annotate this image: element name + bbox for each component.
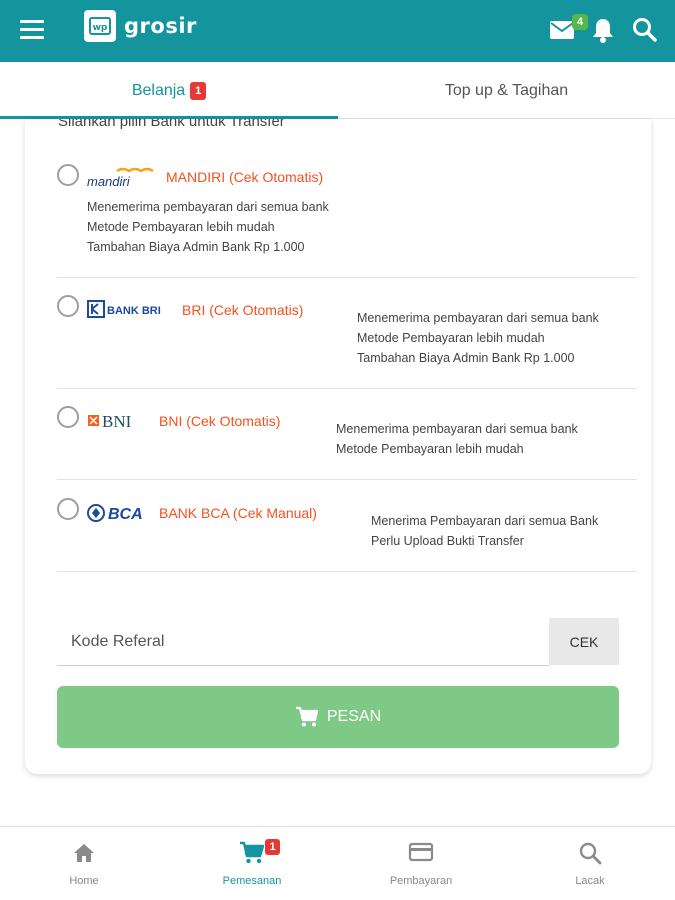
top-app-bar: wp grosir 4 — [0, 0, 675, 62]
cart-icon: 1 — [239, 839, 280, 867]
logo-text: grosir — [124, 14, 197, 38]
logo-mark: wp — [84, 10, 116, 42]
nav-pembayaran[interactable]: Pembayaran — [337, 827, 505, 900]
search-icon — [578, 841, 602, 867]
tab-topup-tagihan[interactable]: Top up & Tagihan — [338, 62, 675, 119]
nav-pemesanan[interactable]: 1 Pemesanan — [168, 827, 336, 900]
bank-option-mandiri[interactable]: mandiri MANDIRI (Cek Otomatis) Menemerim… — [57, 159, 637, 278]
desc-line: Perlu Upload Bukti Transfer — [371, 534, 524, 548]
radio-bni[interactable] — [57, 406, 79, 428]
referral-code-input[interactable] — [57, 618, 549, 666]
app-logo[interactable]: wp grosir — [84, 10, 197, 42]
bank-desc-bri: Menemerima pembayaran dari semua bank Me… — [357, 308, 599, 368]
cart-count-badge: 1 — [265, 839, 280, 855]
cart-icon — [295, 706, 318, 727]
nav-home[interactable]: Home — [0, 827, 168, 900]
nav-pemesanan-label: Pemesanan — [222, 875, 282, 887]
radio-bca[interactable] — [57, 498, 79, 520]
desc-line: Menemerima pembayaran dari semua bank — [336, 422, 578, 436]
svg-text:BANK BRI: BANK BRI — [107, 305, 161, 317]
desc-line: Metode Pembayaran lebih mudah — [336, 442, 524, 456]
bank-desc-bni: Menemerima pembayaran dari semua bank Me… — [336, 419, 578, 459]
bank-name-bca: BANK BCA (Cek Manual) — [159, 505, 317, 521]
bottom-navigation: Home 1 Pemesanan Pembayaran Lacak — [0, 826, 675, 900]
tab-topup-label: Top up & Tagihan — [444, 81, 569, 99]
svg-text:wp: wp — [93, 23, 108, 33]
mail-count-badge: 4 — [572, 14, 588, 30]
payment-card: Silahkan pilih Bank untuk Transfer mandi… — [25, 119, 651, 774]
desc-line: Tambahan Biaya Admin Bank Rp 1.000 — [87, 240, 305, 254]
desc-line: Metode Pembayaran lebih mudah — [357, 331, 545, 345]
bri-logo: BANK BRI — [87, 300, 171, 325]
bank-option-bni[interactable]: BNI BNI (Cek Otomatis) Menemerima pembay… — [57, 389, 637, 480]
nav-lacak-label: Lacak — [575, 875, 605, 887]
mandiri-logo: mandiri — [87, 167, 155, 194]
nav-pembayaran-label: Pembayaran — [389, 875, 453, 887]
tab-bar: Belanja 1 Top up & Tagihan — [0, 62, 675, 119]
order-button-label: PESAN — [326, 708, 382, 725]
svg-text:BCA: BCA — [108, 506, 143, 523]
check-referral-button[interactable]: CEK — [549, 618, 619, 665]
bank-name-bri: BRI (Cek Otomatis) — [182, 302, 304, 318]
menu-icon[interactable] — [20, 20, 44, 40]
radio-mandiri[interactable] — [57, 164, 79, 186]
desc-line: Menemerima pembayaran dari semua bank — [87, 200, 329, 214]
bank-option-bri[interactable]: BANK BRI BRI (Cek Otomatis) Menemerima p… — [57, 278, 637, 389]
svg-text:mandiri: mandiri — [87, 174, 131, 189]
desc-line: Menemerima pembayaran dari semua bank — [357, 311, 599, 325]
bank-name-bni: BNI (Cek Otomatis) — [159, 413, 281, 429]
nav-lacak[interactable]: Lacak — [506, 827, 674, 900]
desc-line: Menerima Pembayaran dari semua Bank — [371, 514, 599, 528]
radio-bri[interactable] — [57, 295, 79, 317]
home-icon — [72, 841, 96, 867]
bell-icon[interactable] — [592, 17, 614, 48]
bca-logo: BCA — [87, 502, 149, 529]
order-button[interactable]: PESAN — [57, 686, 619, 748]
tab-belanja-label: Belanja — [131, 81, 186, 99]
search-icon[interactable] — [632, 17, 658, 48]
bank-name-mandiri: MANDIRI (Cek Otomatis) — [166, 169, 324, 185]
svg-text:BNI: BNI — [102, 412, 132, 431]
bank-select-heading: Silahkan pilih Bank untuk Transfer — [58, 119, 285, 130]
tab-belanja-badge: 1 — [190, 81, 207, 100]
desc-line: Metode Pembayaran lebih mudah — [87, 220, 275, 234]
desc-line: Tambahan Biaya Admin Bank Rp 1.000 — [357, 351, 575, 365]
tab-belanja[interactable]: Belanja 1 — [0, 62, 338, 119]
card-icon — [408, 841, 434, 867]
bank-desc-mandiri: Menemerima pembayaran dari semua bank Me… — [87, 197, 329, 257]
bank-option-bca[interactable]: BCA BANK BCA (Cek Manual) Menerima Pemba… — [57, 480, 637, 572]
bni-logo: BNI — [87, 411, 147, 436]
bank-desc-bca: Menerima Pembayaran dari semua Bank Perl… — [371, 511, 598, 551]
nav-home-label: Home — [69, 875, 99, 887]
